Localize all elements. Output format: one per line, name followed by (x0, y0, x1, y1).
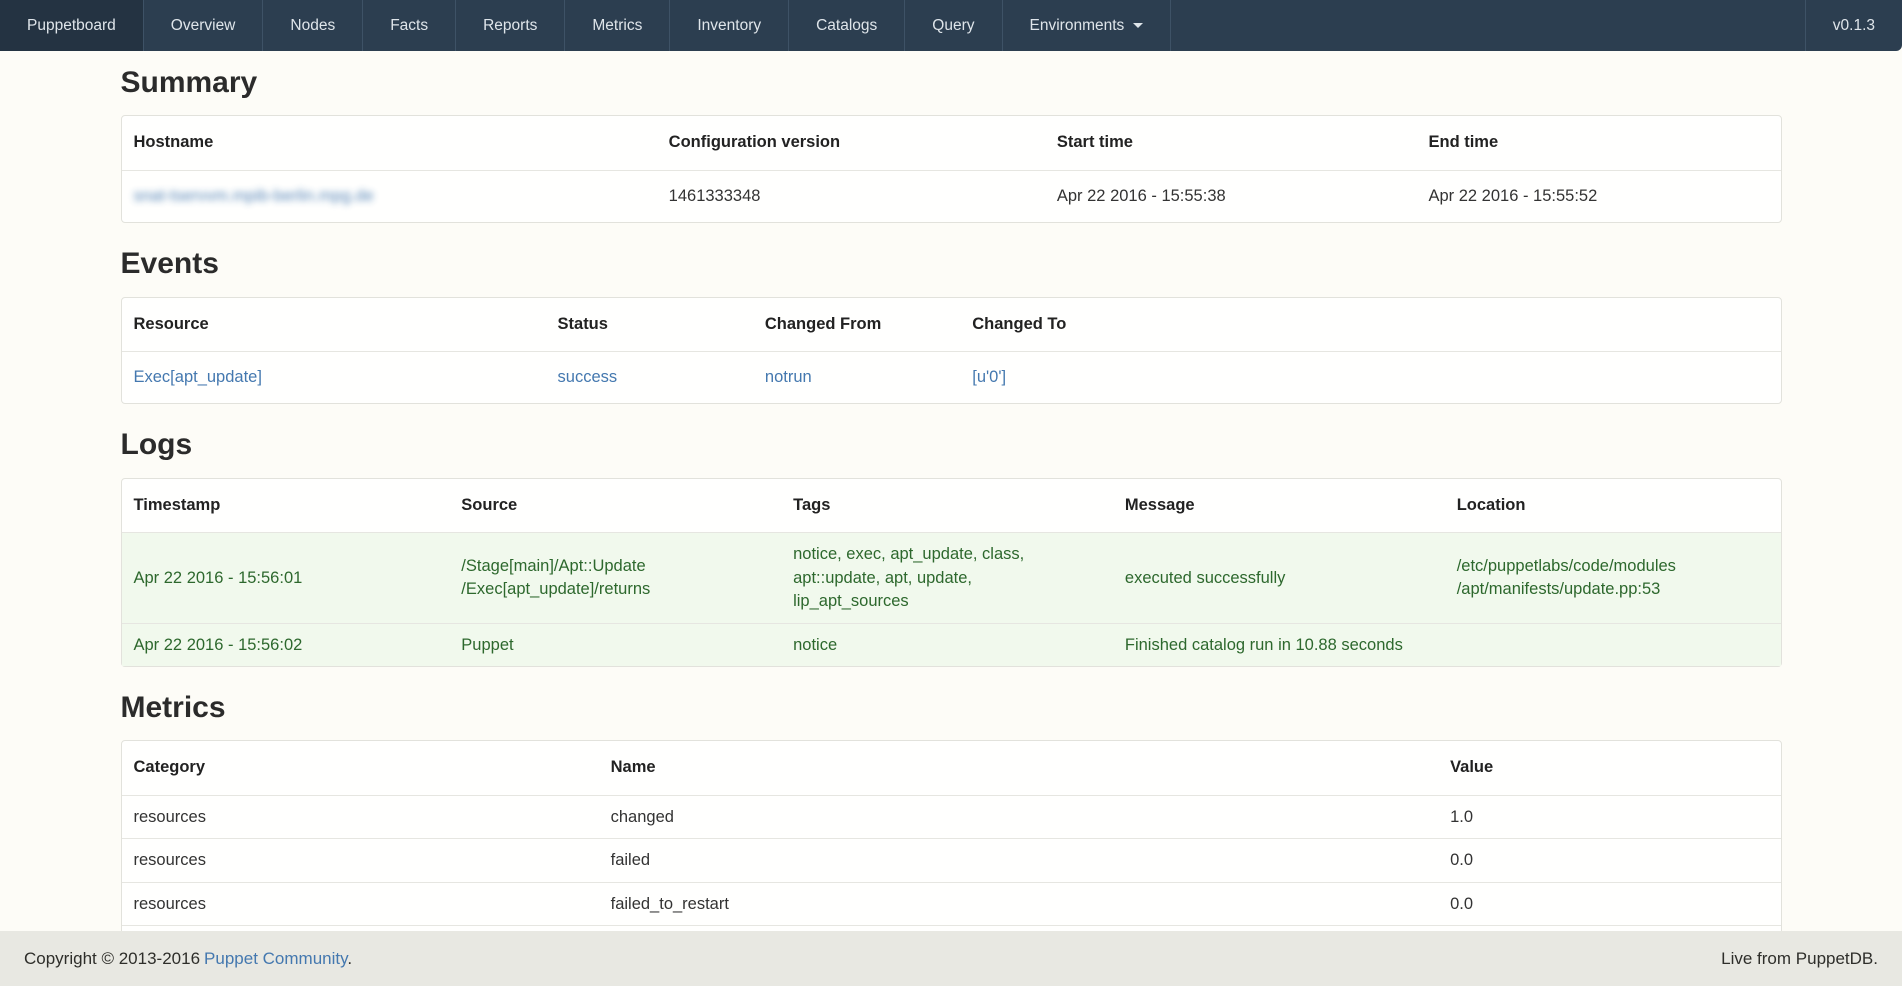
environments-label: Environments (1030, 17, 1125, 35)
nav-item-facts[interactable]: Facts (363, 0, 456, 51)
event-changed-to-link[interactable]: [u'0'] (972, 368, 1006, 386)
summary-col-starttime: Start time (1049, 116, 1421, 169)
summary-col-configver: Configuration version (661, 116, 1049, 169)
copyright-text: Copyright © 2013-2016Puppet Community. (24, 949, 352, 969)
event-status-link[interactable]: success (558, 368, 618, 386)
metrics-col-category: Category (122, 741, 603, 794)
events-col-status: Status (550, 298, 757, 351)
logs-col-location: Location (1449, 479, 1781, 532)
navbar-brand[interactable]: Puppetboard (0, 0, 144, 51)
summary-table: Hostname Configuration version Start tim… (121, 115, 1782, 223)
event-resource-link[interactable]: Exec[apt_update] (134, 368, 262, 386)
log-location (1449, 623, 1781, 666)
metric-name: failed (603, 838, 1442, 881)
logs-col-timestamp: Timestamp (122, 479, 454, 532)
logs-col-tags: Tags (785, 479, 1117, 532)
metric-category: resources (122, 838, 603, 881)
events-col-changed-from: Changed From (757, 298, 964, 351)
events-title: Events (121, 248, 1782, 280)
start-time-value: Apr 22 2016 - 15:55:38 (1049, 170, 1421, 222)
log-location: /etc/puppetlabs/code/modules /apt/manife… (1449, 532, 1781, 622)
logs-title: Logs (121, 429, 1782, 461)
navbar-spacer (1171, 0, 1804, 51)
summary-row: snat-tservvm.mpib-berlin.mpg.de 14613333… (122, 170, 1781, 222)
metric-value: 1.0 (1442, 795, 1780, 838)
metric-value: 0.0 (1442, 882, 1780, 925)
summary-title: Summary (121, 67, 1782, 99)
log-source: Puppet (453, 623, 785, 666)
event-row: Exec[apt_update] success notrun [u'0'] (122, 351, 1781, 403)
page-footer: Copyright © 2013-2016Puppet Community. L… (0, 931, 1902, 986)
metrics-table: Category Name Value resources changed 1.… (121, 740, 1782, 946)
metric-row: resources failed_to_restart 0.0 (122, 882, 1781, 925)
nav-item-reports[interactable]: Reports (456, 0, 565, 51)
metric-category: resources (122, 882, 603, 925)
events-col-changed-to: Changed To (964, 298, 1780, 351)
nav-item-inventory[interactable]: Inventory (670, 0, 789, 51)
logs-col-message: Message (1117, 479, 1449, 532)
log-message: Finished catalog run in 10.88 seconds (1117, 623, 1449, 666)
log-source: /Stage[main]/Apt::Update /Exec[apt_updat… (453, 532, 785, 622)
metric-name: failed_to_restart (603, 882, 1442, 925)
puppetdb-status-text: Live from PuppetDB. (1721, 949, 1878, 969)
nav-dropdown-environments[interactable]: Environments (1003, 0, 1172, 51)
nav-item-catalogs[interactable]: Catalogs (789, 0, 905, 51)
metrics-col-value: Value (1442, 741, 1780, 794)
events-section: Events Resource Status Changed From Chan… (121, 248, 1782, 404)
caret-down-icon (1133, 23, 1143, 28)
events-col-resource: Resource (122, 298, 550, 351)
nav-item-overview[interactable]: Overview (144, 0, 264, 51)
log-message: executed successfully (1117, 532, 1449, 622)
summary-col-hostname: Hostname (122, 116, 661, 169)
log-row: Apr 22 2016 - 15:56:02 Puppet notice Fin… (122, 623, 1781, 666)
logs-section: Logs Timestamp Source Tags Message Locat… (121, 429, 1782, 667)
log-row: Apr 22 2016 - 15:56:01 /Stage[main]/Apt:… (122, 532, 1781, 622)
metric-category: resources (122, 795, 603, 838)
metric-row: resources failed 0.0 (122, 838, 1781, 881)
configuration-version-value: 1461333348 (661, 170, 1049, 222)
event-changed-from-link[interactable]: notrun (765, 368, 812, 386)
metrics-title: Metrics (121, 692, 1782, 724)
metric-name: changed (603, 795, 1442, 838)
end-time-value: Apr 22 2016 - 15:55:52 (1420, 170, 1780, 222)
main-content: Summary Hostname Configuration version S… (121, 51, 1782, 946)
logs-col-source: Source (453, 479, 785, 532)
puppetboard-report-page: Puppetboard Overview Nodes Facts Reports… (0, 0, 1902, 986)
nav-item-nodes[interactable]: Nodes (263, 0, 363, 51)
nav-item-metrics[interactable]: Metrics (565, 0, 670, 51)
summary-col-endtime: End time (1420, 116, 1780, 169)
app-version-badge: v0.1.3 (1805, 0, 1902, 51)
nav-item-query[interactable]: Query (905, 0, 1002, 51)
events-table: Resource Status Changed From Changed To … (121, 297, 1782, 405)
copyright-suffix: . (347, 949, 352, 968)
top-navbar: Puppetboard Overview Nodes Facts Reports… (0, 0, 1902, 51)
metrics-section: Metrics Category Name Value resources (121, 692, 1782, 946)
hostname-link[interactable]: snat-tservvm.mpib-berlin.mpg.de (134, 187, 374, 205)
metric-value: 0.0 (1442, 838, 1780, 881)
log-timestamp: Apr 22 2016 - 15:56:02 (122, 623, 454, 666)
logs-table: Timestamp Source Tags Message Location A… (121, 478, 1782, 667)
puppet-community-link[interactable]: Puppet Community (204, 949, 347, 968)
log-timestamp: Apr 22 2016 - 15:56:01 (122, 532, 454, 622)
summary-section: Summary Hostname Configuration version S… (121, 67, 1782, 223)
log-tags: notice, exec, apt_update, class, apt::up… (785, 532, 1117, 622)
metrics-col-name: Name (603, 741, 1442, 794)
copyright-prefix: Copyright © 2013-2016 (24, 949, 200, 968)
metric-row: resources changed 1.0 (122, 795, 1781, 838)
log-tags: notice (785, 623, 1117, 666)
